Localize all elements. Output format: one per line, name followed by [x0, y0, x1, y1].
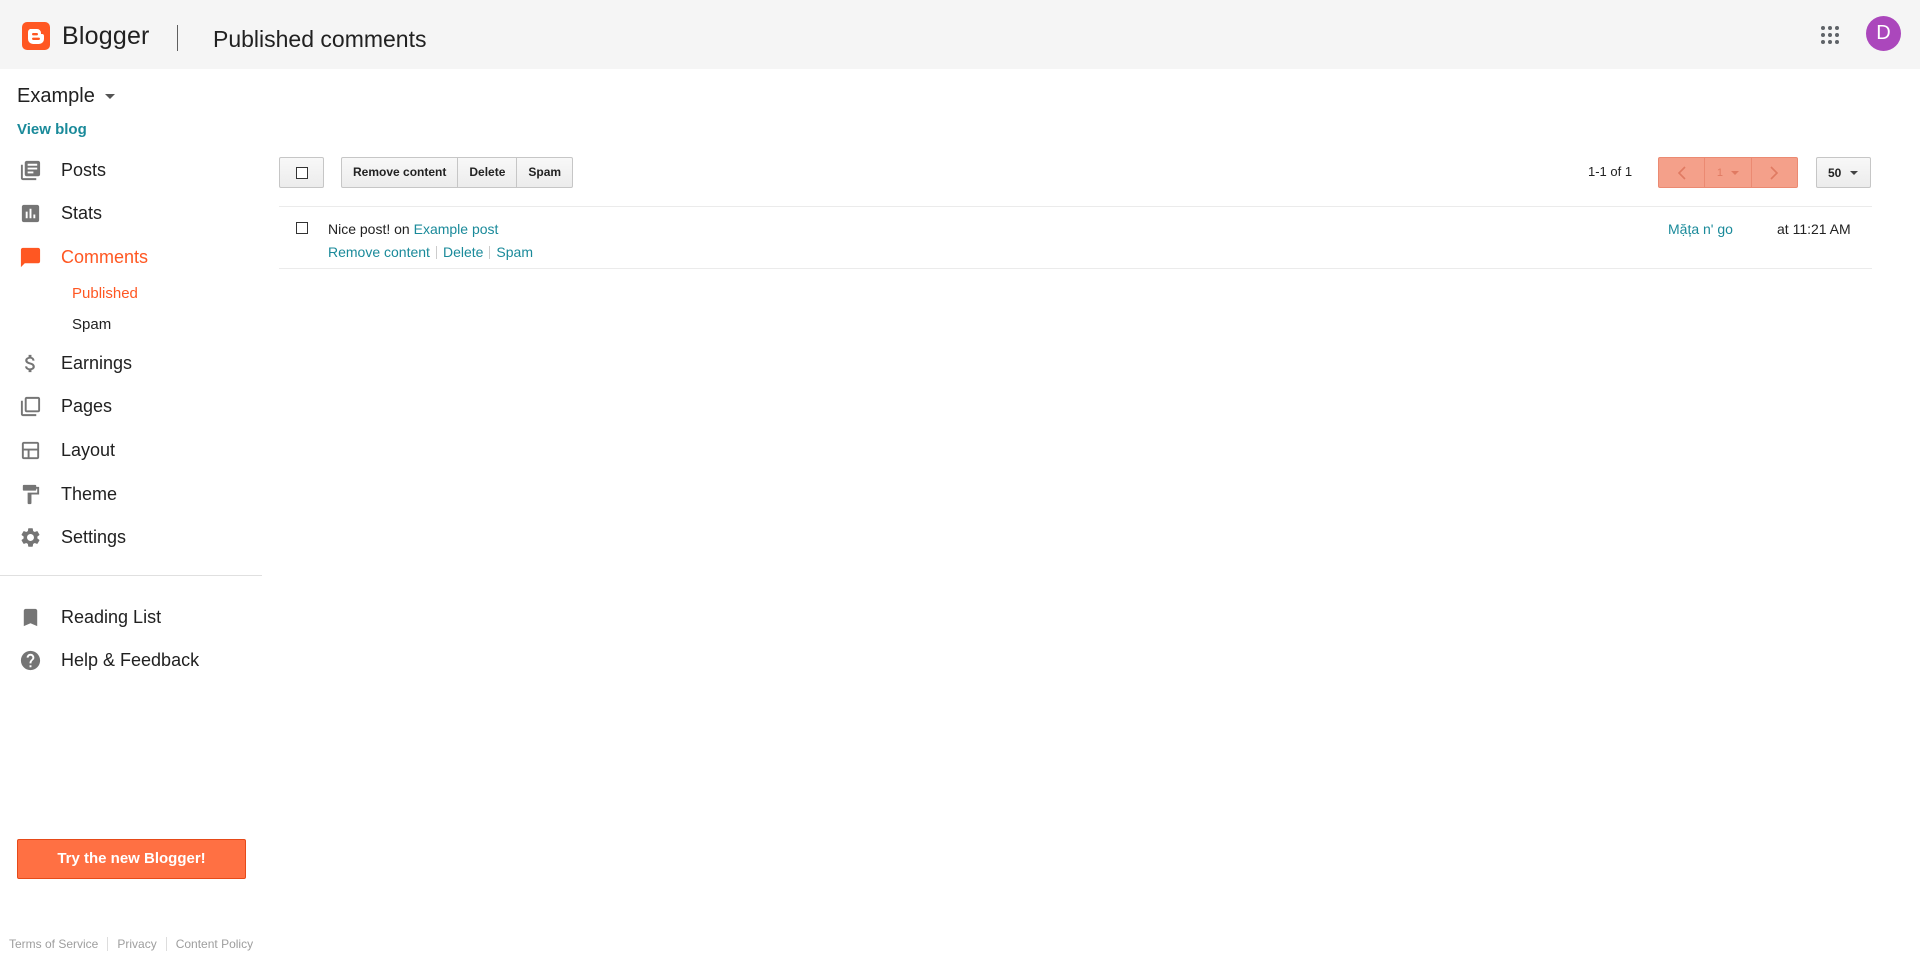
remove-content-link[interactable]: Remove content	[328, 244, 430, 260]
avatar[interactable]: D	[1866, 16, 1901, 51]
sidebar-item-label: Stats	[61, 202, 103, 223]
per-page-select[interactable]: 50	[1816, 157, 1871, 188]
comment-time: at 11:21 AM	[1777, 221, 1851, 237]
comments-icon	[19, 246, 42, 269]
spam-button[interactable]: Spam	[517, 158, 572, 187]
dollar-icon	[19, 352, 42, 375]
sidebar-item-settings[interactable]: Settings	[0, 517, 262, 557]
sidebar-item-label: Comments	[61, 246, 149, 267]
comment-actions: Remove content Delete Spam	[328, 244, 533, 260]
comment-content: Nice post! on Example post	[328, 221, 498, 237]
caret-down-icon	[1731, 170, 1740, 175]
previous-page-button[interactable]	[1659, 158, 1706, 187]
sidebar-item-pages[interactable]: Pages	[0, 386, 262, 426]
privacy-link[interactable]: Privacy	[117, 937, 156, 951]
page-select[interactable]: 1	[1705, 158, 1752, 187]
comment-checkbox[interactable]	[296, 222, 308, 234]
blog-name: Example	[17, 85, 95, 107]
sidebar-item-label: Settings	[61, 526, 127, 547]
sidebar-item-theme[interactable]: Theme	[0, 474, 262, 514]
pagination-range: 1-1 of 1	[1588, 164, 1633, 179]
caret-down-icon	[104, 94, 115, 99]
terms-link[interactable]: Terms of Service	[9, 937, 98, 951]
sidebar-item-earnings[interactable]: Earnings	[0, 343, 262, 383]
sidebar-item-label: Posts	[61, 159, 107, 180]
row-divider	[279, 268, 1872, 269]
sidebar-item-label: Pages	[61, 395, 113, 416]
layout-icon	[19, 439, 42, 462]
delete-link[interactable]: Delete	[443, 244, 483, 260]
top-bar: Blogger Published comments D	[0, 0, 1920, 69]
blog-selector[interactable]: Example	[17, 85, 115, 108]
sidebar-item-label: Earnings	[61, 352, 133, 373]
bookmark-icon	[19, 606, 42, 629]
sidebar-subitem-spam[interactable]: Spam	[72, 316, 111, 333]
brand-name[interactable]: Blogger	[62, 22, 150, 51]
remove-content-button[interactable]: Remove content	[342, 158, 459, 187]
posts-icon	[19, 159, 42, 182]
sidebar-item-label: Help & Feedback	[61, 649, 200, 670]
current-page-number: 1	[1716, 166, 1724, 179]
select-all-checkbox[interactable]	[279, 157, 324, 188]
on-label: on	[394, 221, 410, 237]
sidebar-item-comments[interactable]: Comments	[0, 237, 262, 277]
sidebar-item-label: Theme	[61, 483, 118, 504]
apps-grid-icon[interactable]	[1820, 25, 1840, 45]
comment-author[interactable]: Mặța n' go	[1668, 221, 1733, 237]
caret-down-icon	[1850, 170, 1859, 175]
sidebar-item-label: Layout	[61, 439, 116, 460]
sidebar-divider	[0, 575, 262, 576]
sidebar-subitem-published[interactable]: Published	[72, 285, 138, 302]
help-icon	[19, 649, 42, 672]
checkbox-box	[296, 167, 308, 179]
delete-button[interactable]: Delete	[458, 158, 518, 187]
per-page-value: 50	[1828, 165, 1842, 180]
comment-text: Nice post!	[328, 221, 391, 237]
header-divider	[177, 25, 178, 51]
row-divider	[279, 206, 1872, 207]
try-new-blogger-button[interactable]: Try the new Blogger!	[17, 839, 246, 879]
pages-icon	[19, 395, 42, 418]
sidebar-item-stats[interactable]: Stats	[0, 193, 262, 233]
paint-roller-icon	[19, 483, 42, 506]
sidebar-item-posts[interactable]: Posts	[0, 150, 262, 190]
sidebar-item-reading-list[interactable]: Reading List	[0, 597, 262, 637]
footer-divider	[107, 937, 109, 951]
footer-links: Terms of Service Privacy Content Policy	[9, 937, 253, 951]
chevron-left-icon	[1677, 165, 1686, 180]
pagination-control: 1	[1658, 157, 1798, 188]
gear-icon	[19, 526, 42, 549]
action-divider	[489, 245, 491, 259]
sidebar-item-help[interactable]: Help & Feedback	[0, 640, 262, 680]
content-policy-link[interactable]: Content Policy	[176, 937, 253, 951]
action-divider	[435, 245, 437, 259]
footer-divider	[165, 937, 167, 951]
blogger-logo-icon[interactable]	[22, 22, 50, 50]
view-blog-link[interactable]: View blog	[17, 121, 87, 138]
chevron-right-icon	[1770, 165, 1779, 180]
sidebar-item-label: Reading List	[61, 606, 162, 627]
sidebar-item-layout[interactable]: Layout	[0, 430, 262, 470]
spam-link[interactable]: Spam	[496, 244, 533, 260]
post-link[interactable]: Example post	[414, 221, 499, 237]
bulk-action-buttons: Remove content Delete Spam	[341, 157, 574, 188]
stats-icon	[19, 202, 42, 225]
page-title: Published comments	[213, 26, 427, 52]
next-page-button[interactable]	[1752, 158, 1797, 187]
